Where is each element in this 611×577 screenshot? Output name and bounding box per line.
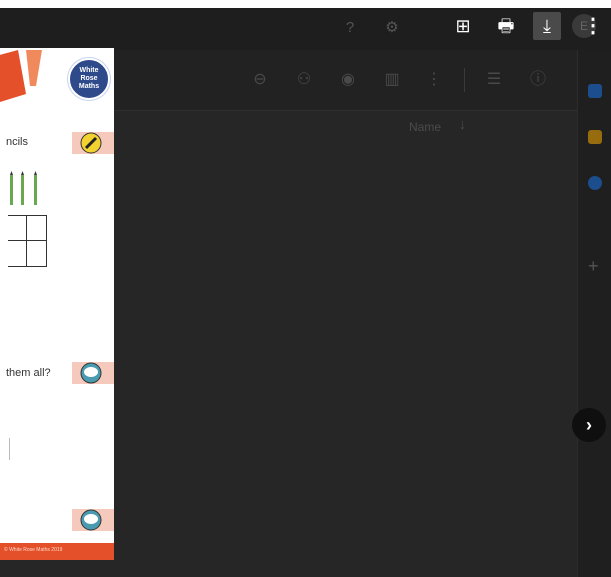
screen: ? ⚙ E ⊖ ⚇ ◉ ▥ ⋮ ☰ ⓘ Name ↓ + ⊞ 🖶 ⤓ ⋮ Whi…: [0, 8, 611, 577]
download-icon[interactable]: ⤓: [533, 12, 561, 40]
logo-line-3: Maths: [78, 83, 100, 90]
help-icon[interactable]: ?: [340, 18, 360, 38]
logo-line-2: Rose: [80, 75, 98, 82]
pencil-icon: [80, 132, 102, 154]
grid-divider-v: [26, 216, 27, 266]
share-person-icon[interactable]: ⚇: [294, 70, 314, 90]
speech-bubble-icon: [80, 362, 102, 384]
speech-bubble-icon: [80, 509, 102, 531]
preview-eye-icon[interactable]: ◉: [338, 70, 358, 90]
trash-icon[interactable]: ▥: [382, 70, 402, 90]
next-file-button[interactable]: ›: [572, 408, 606, 442]
sort-name-label[interactable]: Name: [409, 120, 441, 134]
pencils-illustration: [10, 171, 37, 205]
viewer-more-icon[interactable]: ⋮: [583, 12, 603, 40]
answer-grid: [8, 215, 47, 267]
keep-app-icon[interactable]: [588, 130, 602, 144]
question-1-text: ncils: [6, 136, 29, 148]
more-vert-icon[interactable]: ⋮: [424, 70, 444, 90]
cropped-mark: [9, 438, 10, 460]
white-rose-maths-logo: White Rose Maths: [68, 58, 110, 100]
logo-line-1: White: [79, 67, 99, 74]
copyright-text: © White Rose Maths 2019: [4, 547, 63, 553]
info-icon[interactable]: ⓘ: [528, 70, 548, 90]
add-to-drive-icon[interactable]: ⊞: [449, 12, 477, 40]
header-decoration: [0, 50, 42, 102]
toolbar-divider: [464, 68, 465, 92]
document-page: White Rose Maths ncils them all? © White…: [0, 48, 114, 560]
grid-divider-h: [8, 240, 46, 241]
settings-icon[interactable]: ⚙: [382, 18, 402, 38]
add-addon-icon[interactable]: +: [588, 256, 599, 277]
sort-arrow-icon[interactable]: ↓: [459, 116, 466, 132]
question-2-text: them all?: [6, 367, 51, 379]
link-icon[interactable]: ⊖: [250, 70, 270, 90]
page-footer: © White Rose Maths 2019: [0, 543, 114, 560]
tasks-app-icon[interactable]: [588, 176, 602, 190]
list-view-icon[interactable]: ☰: [484, 70, 504, 90]
calendar-app-icon[interactable]: [588, 84, 602, 98]
print-icon[interactable]: 🖶: [492, 12, 520, 40]
side-panel-rail: +: [577, 50, 611, 577]
